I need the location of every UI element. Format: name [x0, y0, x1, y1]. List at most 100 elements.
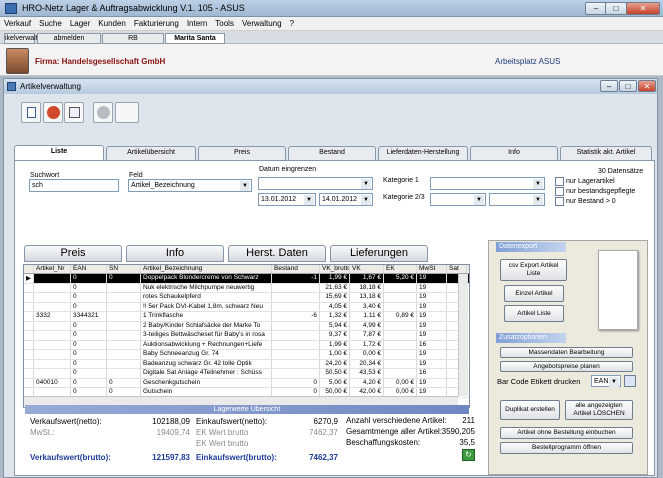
table-cell [107, 369, 141, 378]
table-row[interactable]: 0 Nuk elektrische Milchpumpe neuwertig 21,… [24, 283, 469, 293]
tab-artikelverwaltung[interactable]: ikelverwaltu [4, 33, 42, 44]
close-icon[interactable]: ✕ [626, 2, 660, 15]
kategorie3-select[interactable] [489, 193, 545, 206]
window-icon [7, 82, 16, 91]
menu-fakturierung[interactable]: Fakturierung [130, 17, 183, 30]
minimize-icon[interactable]: – [585, 2, 607, 15]
menu-lager[interactable]: Lager [66, 17, 94, 30]
column-header[interactable]: MwSt [417, 265, 447, 273]
table-cell: 0,89 € [384, 312, 417, 321]
column-header[interactable]: EAN [71, 265, 107, 273]
print-icon[interactable] [624, 375, 636, 387]
globe-icon[interactable] [93, 102, 113, 123]
table-row[interactable]: 0 Auktionsabwicklung + Rechnungen+Liefe 1,… [24, 340, 469, 350]
nur-lagerartikel-checkbox[interactable] [555, 177, 564, 186]
user-initials[interactable]: RB [102, 33, 164, 44]
nur-bestandsgepflegte-checkbox[interactable] [555, 187, 564, 196]
table-cell [107, 340, 141, 349]
tab-preis[interactable]: Preis [198, 146, 286, 160]
edit-icon[interactable] [64, 102, 84, 123]
column-header[interactable]: VK_brutto [320, 265, 350, 273]
user-name[interactable]: Marita Santa [165, 33, 225, 44]
menu-verkauf[interactable]: Verkauf [0, 17, 35, 30]
table-row[interactable]: 0 Baby Schneeanzug Gr. 74 1,00 €0,00 € 19 [24, 350, 469, 360]
menu-verwaltung[interactable]: Verwaltung [238, 17, 286, 30]
table-row[interactable]: 0 3-teiliges Bettwäscheset für Baby's in … [24, 331, 469, 341]
table-row[interactable]: 3332 3344321 1 Trinkflasche -6 1,32 €1,11 €0… [24, 312, 469, 322]
stop-icon[interactable] [43, 102, 63, 123]
suchwort-label: Suchwort [30, 172, 60, 179]
table-cell: 0 [107, 274, 141, 283]
loeschen-button[interactable]: alle angezeigten Artikel LÖSCHEN [565, 400, 633, 420]
table-cell: 4,05 € [320, 302, 350, 311]
menu-bar: Verkauf Suche Lager Kunden Fakturierung Inter… [0, 17, 663, 31]
menu-help[interactable]: ? [286, 17, 298, 30]
menu-tools[interactable]: Tools [211, 17, 238, 30]
tab-statistik[interactable]: Statistik akt. Artikel [560, 146, 652, 160]
table-cell: 0,00 € [350, 350, 384, 359]
table-row[interactable]: 0 rotes Schaukelpferd 15,69 €13,18 € 19 [24, 293, 469, 303]
table-cell: 3344321 [71, 312, 107, 321]
column-header[interactable]: Bestand [272, 265, 320, 273]
report-icon[interactable] [115, 102, 139, 123]
maximize-icon[interactable]: □ [605, 2, 627, 15]
inner-close-icon[interactable]: ✕ [638, 80, 656, 92]
table-cell [34, 283, 71, 292]
inner-maximize-icon[interactable]: □ [619, 80, 637, 92]
column-header[interactable]: VK [350, 265, 384, 273]
column-header[interactable]: EK [384, 265, 417, 273]
table-row[interactable]: 040010 0 0 Geschenkgutschein 0 5,00 €4,20 €0,… [24, 378, 469, 388]
massendaten-button[interactable]: Massendaten Bearbeitung [500, 347, 633, 358]
table-cell: 19 [417, 331, 447, 340]
kategorie2-select[interactable] [430, 193, 486, 206]
duplikat-button[interactable]: Duplikat erstellen [500, 400, 560, 420]
datum-mode-select[interactable] [258, 177, 373, 190]
ek-wert-brutto-label: EK Wert brutto [196, 428, 249, 437]
table-row[interactable]: 0 2 Baby/Kinder Schlafsäcke der Marke To 5… [24, 321, 469, 331]
csv-export-button[interactable]: csv Export Artikel Liste [500, 259, 567, 281]
datum-from-input[interactable]: 13.01.2012 [258, 193, 316, 206]
artikel-liste-button[interactable]: Artikel Liste [504, 305, 564, 322]
menu-intern[interactable]: Intern [183, 17, 211, 30]
document-icon[interactable] [21, 102, 41, 123]
lagerwerte-header: Lagerwerte Übersicht [25, 405, 469, 414]
table-cell: 4,20 € [350, 378, 384, 387]
menu-suche[interactable]: Suche [35, 17, 66, 30]
suchwort-input[interactable]: sch [29, 179, 119, 192]
table-row[interactable]: 0 Digitale Sat Anlage 4Teilnehmer : Schüs… [24, 369, 469, 379]
inner-minimize-icon[interactable]: – [600, 80, 618, 92]
table-row[interactable]: 0 !! 5er Pack DVI-Kabel 1,8m. schwarz Neu… [24, 302, 469, 312]
tab-info[interactable]: Info [470, 146, 558, 160]
nur-bestand-checkbox[interactable] [555, 197, 564, 206]
angebotspreise-button[interactable]: Angebotspreise planen [500, 361, 633, 372]
logout-button[interactable]: abmelden [37, 33, 101, 44]
bigtab-herst-daten[interactable]: Herst. Daten [228, 245, 326, 262]
bestellprogramm-button[interactable]: Bestellprogramm öffnen [500, 442, 633, 454]
tab-bestand[interactable]: Bestand [288, 146, 376, 160]
column-header[interactable]: SN [107, 265, 141, 273]
column-header[interactable]: Sat [447, 265, 467, 273]
grid-vertical-scrollbar[interactable] [458, 274, 468, 396]
bigtab-info[interactable]: Info [126, 245, 224, 262]
column-header[interactable]: Artikel_Nr [34, 265, 71, 273]
menu-kunden[interactable]: Kunden [94, 17, 130, 30]
ek-brutto-value: 7462,37 [309, 453, 338, 462]
table-row[interactable]: 0 Badeanzug schwarz Gr. 42 tolle Optik 24,… [24, 359, 469, 369]
tab-lieferdaten[interactable]: Lieferdaten-Herstellung [378, 146, 468, 160]
refresh-icon[interactable]: ↻ [462, 449, 475, 461]
table-row[interactable]: ▶ 0 0 Doppelpack Blondercreme von Schwarz -1… [24, 274, 469, 284]
tab-artikeluebersicht[interactable]: Artikelübersicht [106, 146, 196, 160]
kategorie1-select[interactable] [430, 177, 545, 190]
column-header[interactable]: Artikel_Bezeichnung [141, 265, 272, 273]
einzel-artikel-button[interactable]: Einzel Artikel [504, 285, 564, 302]
ohne-bestellung-button[interactable]: Artikel ohne Bestellung einbuchen [500, 427, 633, 439]
barcode-type-select[interactable]: EAN [591, 375, 621, 387]
bigtab-preis[interactable]: Preis [24, 245, 122, 262]
ek-wert-brutto-value: 7462,37 [309, 428, 338, 437]
table-cell: 4,99 € [350, 321, 384, 330]
bigtab-lieferungen[interactable]: Lieferungen [330, 245, 428, 262]
tab-liste[interactable]: Liste [14, 145, 104, 161]
feld-select[interactable]: Artikel_Bezeichnung [128, 179, 252, 192]
datum-to-input[interactable]: 14.01.2012 [319, 193, 373, 206]
table-cell [34, 331, 71, 340]
